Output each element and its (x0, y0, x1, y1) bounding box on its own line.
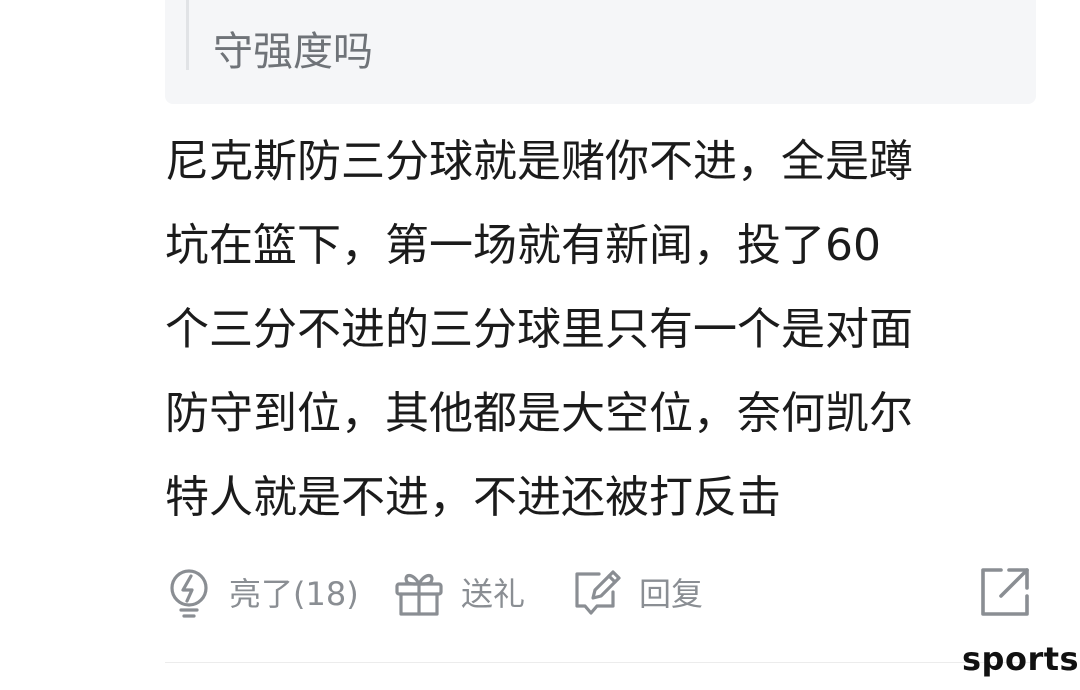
comment-line: 个三分不进的三分球里只有一个是对面 (165, 304, 913, 355)
quoted-comment[interactable]: 守强度吗 (165, 0, 1036, 104)
divider (165, 662, 1036, 663)
like-button[interactable]: 亮了(18) (165, 560, 359, 624)
share-button[interactable] (977, 560, 1033, 624)
gift-icon (393, 566, 445, 618)
gift-button[interactable]: 送礼 (393, 560, 525, 624)
comment-view: 守强度吗 尼克斯防三分球就是赌你不进，全是蹲 坑在篮下，第一场就有新闻，投了60… (0, 0, 1080, 690)
comment-line: 尼克斯防三分球就是赌你不进，全是蹲 (165, 136, 913, 187)
edit-icon (571, 566, 623, 618)
like-label: 亮了(18) (229, 575, 359, 613)
quoted-comment-text: 守强度吗 (213, 29, 373, 75)
comment-line: 防守到位，其他都是大空位，奈何凯尔 (165, 388, 913, 439)
quote-bar (186, 0, 189, 70)
reply-label: 回复 (639, 575, 704, 613)
comment-line: 坑在篮下，第一场就有新闻，投了60 (165, 220, 881, 271)
lightbulb-icon (165, 566, 213, 618)
share-icon (977, 564, 1033, 620)
comment-text: 尼克斯防三分球就是赌你不进，全是蹲 坑在篮下，第一场就有新闻，投了60 个三分不… (165, 120, 1045, 540)
reply-button[interactable]: 回复 (571, 560, 703, 624)
watermark: sports (962, 640, 1080, 678)
comment-action-bar: 亮了(18) 送礼 回复 (165, 560, 1045, 624)
comment-line: 特人就是不进，不进还被打反击 (165, 472, 781, 523)
gift-label: 送礼 (461, 575, 526, 613)
